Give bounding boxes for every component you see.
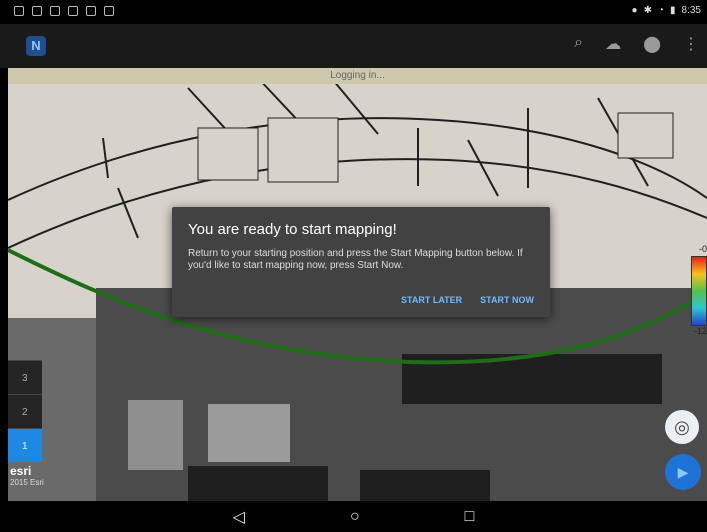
app-bar: N ⌕ ☁ ⬤ ⋮ (0, 24, 707, 68)
app-logo: N (26, 36, 46, 56)
legend-bottom-label: -12 (693, 326, 707, 336)
layer-tab-2[interactable]: 2 (8, 394, 42, 428)
layer-tab-3[interactable]: 3 (8, 360, 42, 394)
dialog-body: Return to your starting position and pre… (188, 248, 523, 271)
status-bar: ● ✱ ◔ ▮ 8:35 (0, 0, 707, 24)
more-vert-icon[interactable]: ⋮ (683, 34, 699, 54)
notification-icon (68, 6, 78, 16)
esri-attribution: esri 2015 Esri (10, 464, 44, 487)
notification-icon (50, 6, 60, 16)
status-system-icons: ● ✱ ◔ ▮ 8:35 (632, 5, 701, 16)
notification-icon (86, 6, 96, 16)
location-pin-icon[interactable]: ⬤ (643, 34, 661, 54)
my-location-button[interactable]: ◎ (665, 410, 699, 444)
logging-status-strip: Logging in... (8, 68, 707, 84)
layer-tab-1[interactable]: 1 (8, 428, 42, 462)
legend-top-label: -0 (698, 244, 707, 254)
start-button[interactable]: ▶ (665, 454, 701, 490)
recents-button[interactable]: □ (465, 508, 475, 526)
color-legend (691, 256, 707, 326)
start-mapping-dialog: You are ready to start mapping! Return t… (172, 207, 550, 317)
location-icon: ● (631, 5, 638, 16)
dialog-actions: START LATER START NOW (401, 295, 534, 305)
battery-icon: ▮ (670, 5, 676, 16)
back-button[interactable]: ◁ (233, 507, 245, 527)
play-icon: ▶ (677, 464, 689, 480)
notification-icon (104, 6, 114, 16)
notification-icon (14, 6, 24, 16)
android-nav-bar: ◁ ○ □ (0, 501, 707, 532)
cloud-upload-icon[interactable]: ☁ (605, 34, 621, 54)
bluetooth-icon: ✱ (643, 5, 652, 16)
start-later-button[interactable]: START LATER (401, 295, 462, 305)
target-icon: ◎ (674, 417, 690, 437)
search-icon[interactable]: ⌕ (574, 34, 583, 54)
status-time: 8:35 (681, 5, 701, 16)
notification-icon (32, 6, 42, 16)
start-now-button[interactable]: START NOW (480, 295, 534, 305)
layer-tabs: 3 2 1 (8, 360, 42, 462)
notification-icons (14, 6, 114, 16)
dialog-title: You are ready to start mapping! (188, 221, 397, 238)
home-button[interactable]: ○ (350, 508, 360, 526)
esri-copyright: 2015 Esri (10, 478, 44, 487)
app-actions: ⌕ ☁ ⬤ ⋮ (574, 34, 699, 54)
wifi-icon: ◔ (657, 5, 665, 16)
esri-logo: esri (10, 464, 32, 478)
